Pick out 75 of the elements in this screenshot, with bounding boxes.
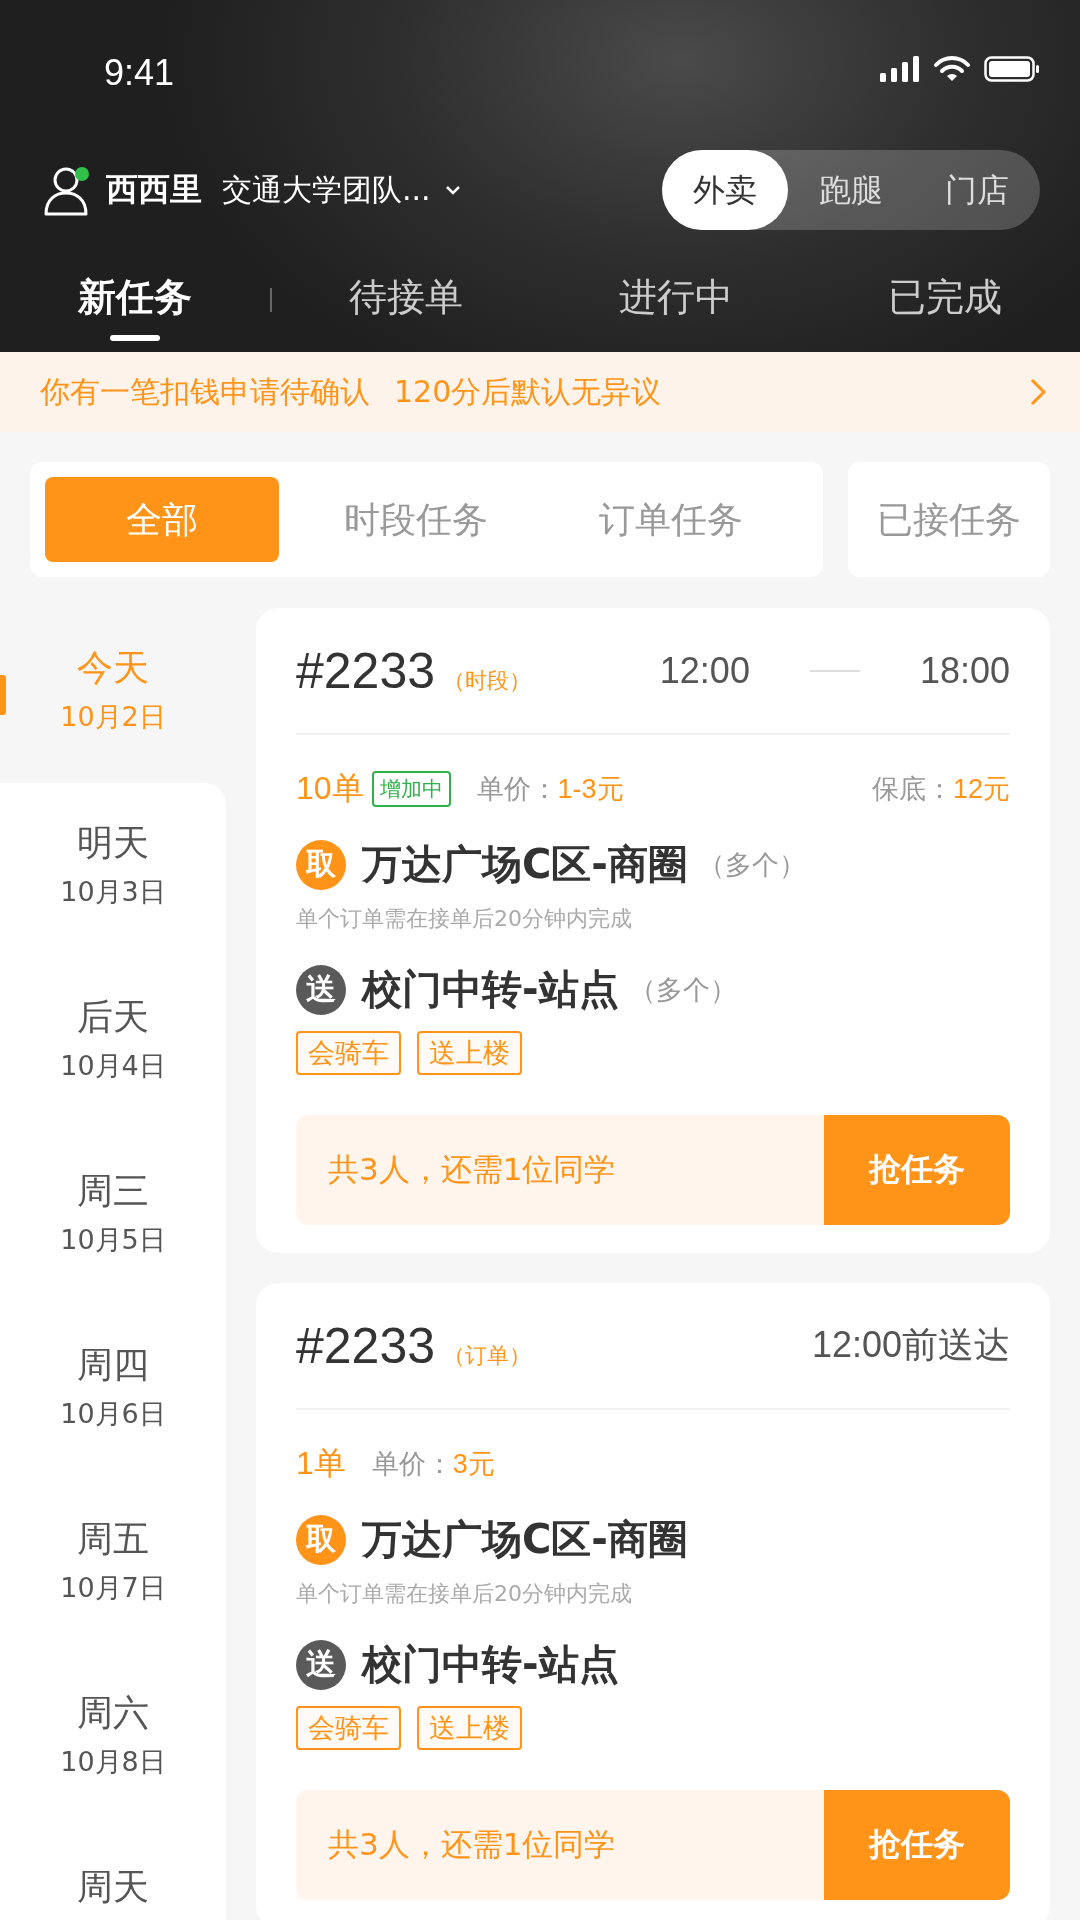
order-count: 10单 — [296, 769, 364, 808]
day-date: 10月7日 — [60, 1571, 166, 1605]
requirement-tag: 送上楼 — [417, 1031, 522, 1075]
dropoff-badge: 送 — [296, 1639, 346, 1690]
day-item[interactable]: 明天 10月3日 — [0, 783, 226, 957]
requirement-tag: 送上楼 — [417, 1706, 522, 1750]
day-item[interactable]: 周六 10月8日 — [0, 1653, 226, 1827]
day-item[interactable]: 后天 10月4日 — [0, 957, 226, 1131]
place-name: 校门中转-站点 — [362, 965, 619, 1014]
pickup-badge: 取 — [296, 1514, 346, 1565]
tab-indicator — [109, 335, 160, 341]
end-time: 18:00 — [919, 649, 1010, 692]
task-number: #2233 — [296, 1316, 436, 1375]
day-item[interactable]: 周三 10月5日 — [0, 1131, 226, 1305]
guarantee-label: 保底： — [871, 772, 953, 806]
day-item[interactable]: 周五 10月7日 — [0, 1479, 226, 1653]
day-name: 周天 — [77, 1865, 149, 1909]
place-count: （多个） — [628, 972, 737, 1007]
status-badge: 增加中 — [371, 771, 451, 807]
day-name: 周五 — [77, 1517, 149, 1561]
user-name: 西西里 — [106, 169, 202, 210]
day-date: 10月5日 — [60, 1223, 166, 1257]
chevron-down-icon — [444, 185, 461, 195]
place-name: 万达广场C区-商圈 — [362, 1515, 688, 1564]
requirement-tag: 会骑车 — [296, 1031, 401, 1075]
day-name: 明天 — [77, 821, 149, 865]
day-name: 后天 — [77, 995, 149, 1039]
day-item[interactable]: 周天 — [0, 1827, 226, 1920]
selected-indicator — [0, 675, 6, 715]
day-date: 10月3日 — [60, 875, 166, 909]
guarantee-value: 12元 — [952, 773, 1010, 806]
day-name: 周四 — [77, 1343, 149, 1387]
day-date: 10月8日 — [60, 1745, 166, 1779]
day-name: 今天 — [77, 646, 149, 690]
day-name: 周三 — [77, 1169, 149, 1213]
chevron-right-icon — [1030, 378, 1046, 406]
place-count: （多个） — [697, 847, 806, 882]
place-name: 万达广场C区-商圈 — [362, 840, 688, 889]
status-time: 9:41 — [104, 52, 175, 94]
tab[interactable]: 新任务 — [77, 272, 192, 323]
notice-text: 你有一笔扣钱申请待确认 — [40, 372, 370, 411]
team-selector[interactable]: 交通大学团队... — [222, 169, 461, 211]
price-label: 单价： — [476, 772, 558, 806]
pickup-badge: 取 — [296, 839, 346, 890]
day-name: 周六 — [77, 1691, 149, 1735]
time-note: 单个订单需在接单后20分钟内完成 — [296, 1580, 633, 1608]
price-value: 3元 — [452, 1448, 495, 1481]
notice-detail: 120分后默认无异议 — [394, 372, 662, 411]
battery-icon — [984, 56, 1040, 82]
task-type: （订单） — [443, 1341, 532, 1370]
deadline: 12:00前送达 — [811, 1323, 1010, 1367]
day-date: 10月6日 — [60, 1397, 166, 1431]
tab[interactable]: 待接单 — [349, 272, 464, 323]
place-name: 校门中转-站点 — [362, 1640, 619, 1689]
tab[interactable]: 进行中 — [618, 272, 733, 323]
people-text: 共3人，还需1位同学 — [328, 1150, 617, 1189]
people-text: 共3人，还需1位同学 — [328, 1825, 617, 1864]
signal-icon — [880, 56, 920, 82]
start-time: 12:00 — [659, 649, 750, 692]
task-type: （时段） — [443, 666, 532, 695]
tab[interactable]: 已完成 — [888, 272, 1003, 323]
requirement-tag: 会骑车 — [296, 1706, 401, 1750]
wifi-icon — [934, 56, 970, 82]
task-number: #2233 — [296, 641, 436, 700]
dropoff-badge: 送 — [296, 964, 346, 1015]
mode-tab[interactable]: 外卖 — [662, 150, 788, 230]
order-count: 1单 — [296, 1444, 346, 1483]
day-date: 10月4日 — [60, 1049, 166, 1083]
mode-tab[interactable]: 跑腿 — [788, 150, 914, 230]
mode-tab[interactable]: 门店 — [914, 150, 1040, 230]
time-note: 单个订单需在接单后20分钟内完成 — [296, 905, 633, 933]
day-date: 10月2日 — [60, 700, 166, 734]
price-label: 单价： — [371, 1447, 453, 1481]
price-value: 1-3元 — [557, 773, 624, 806]
day-item[interactable]: 周四 10月6日 — [0, 1305, 226, 1479]
